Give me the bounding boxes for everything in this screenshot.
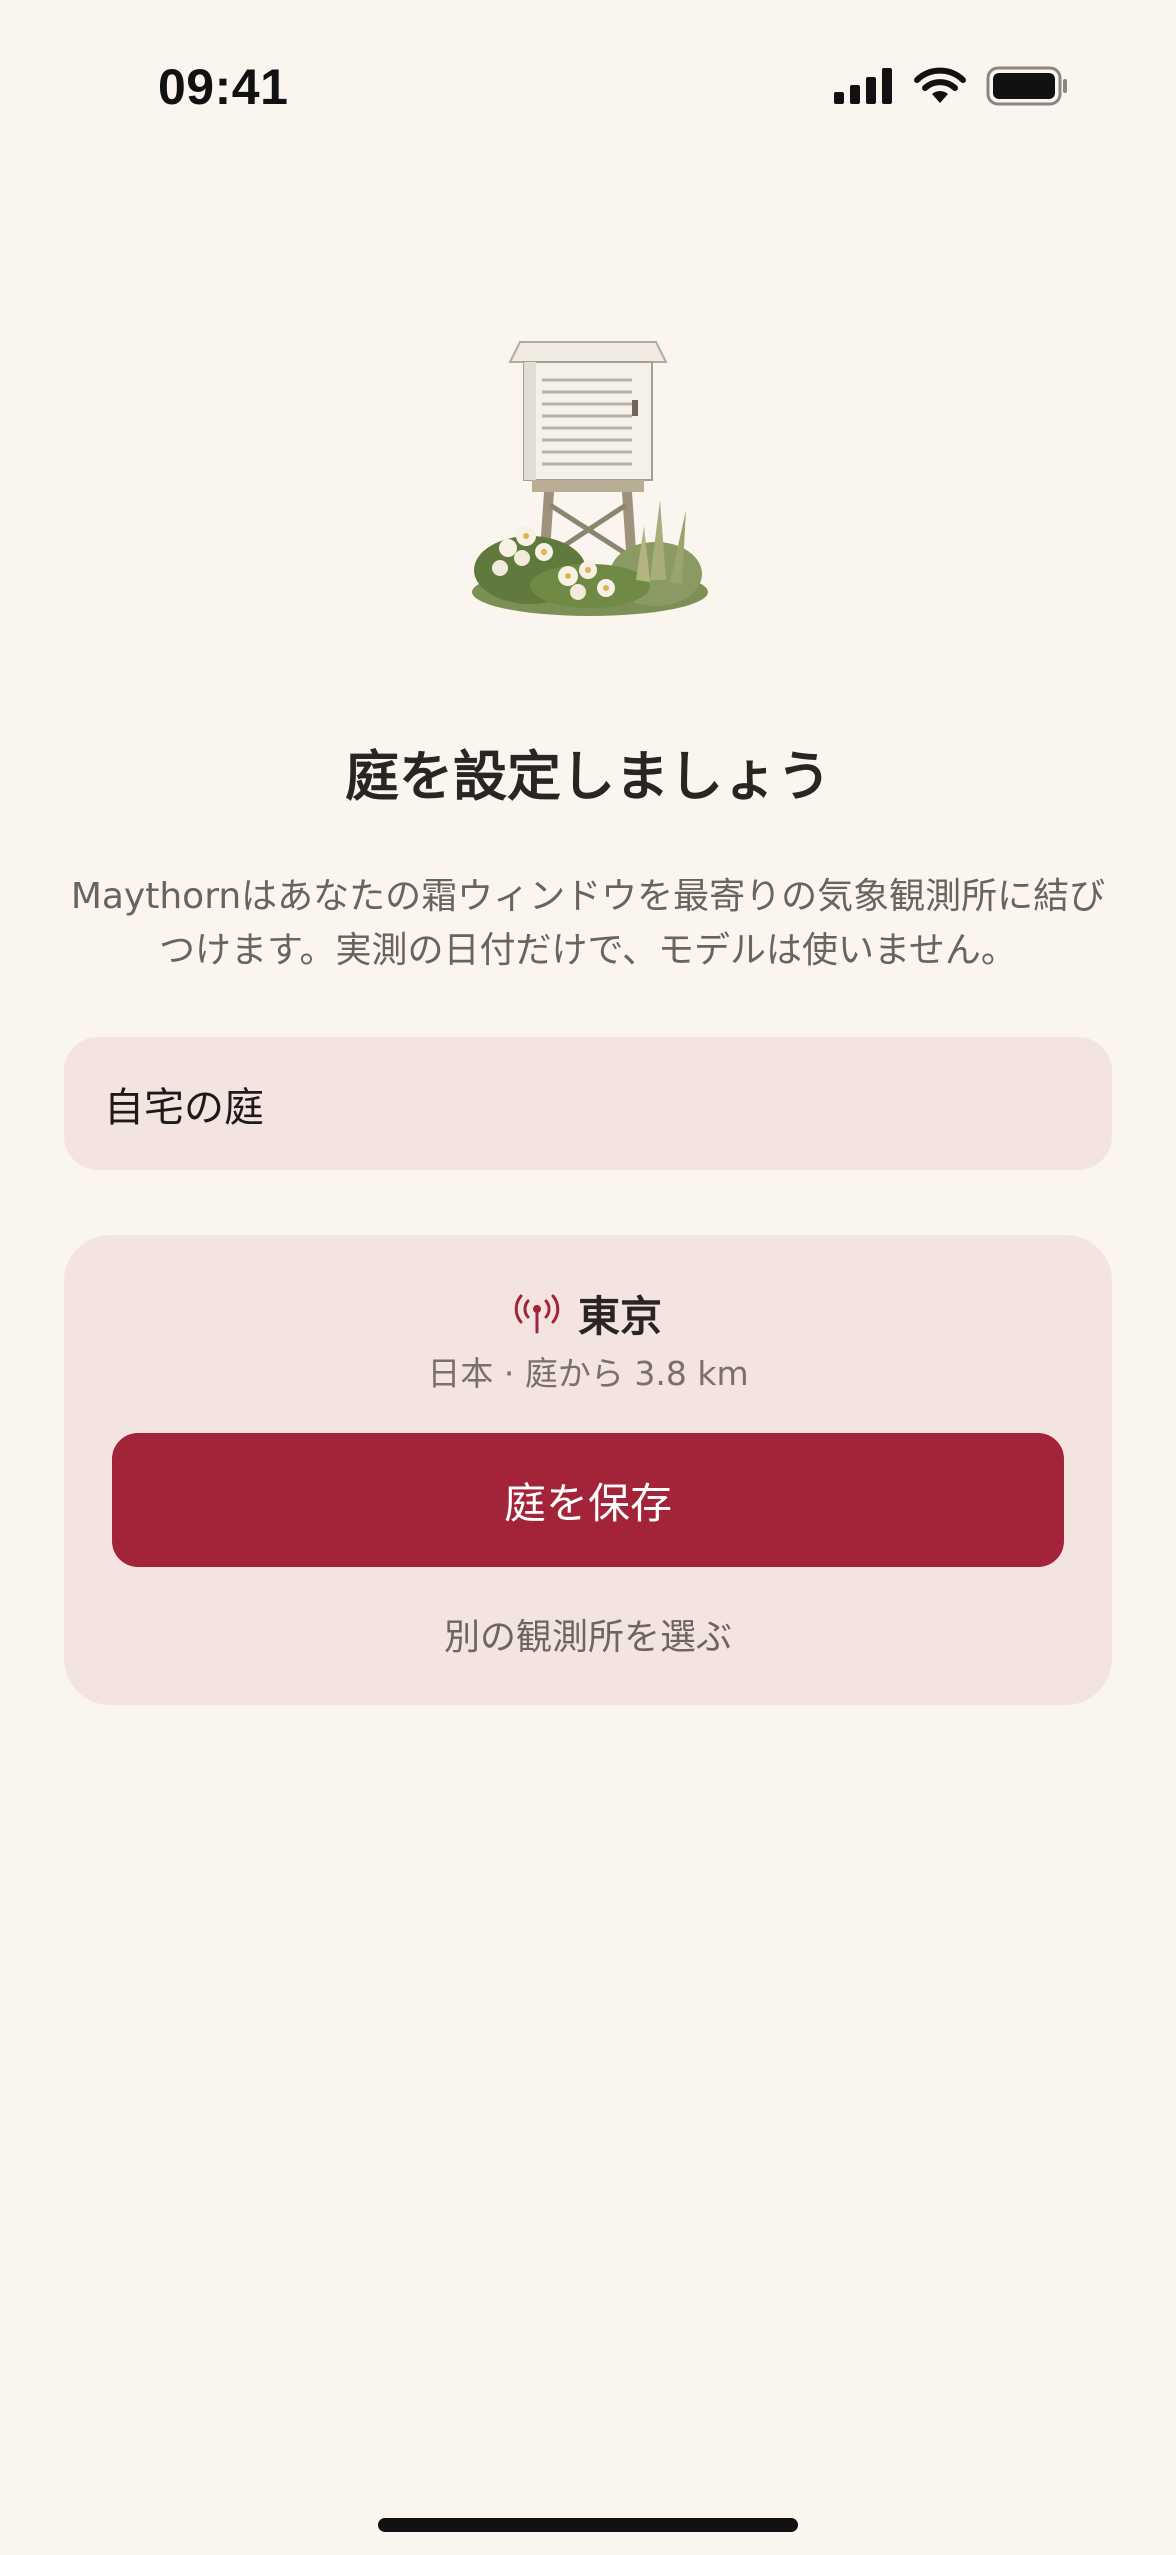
weather-station-illustration bbox=[472, 341, 708, 616]
home-indicator[interactable] bbox=[378, 2518, 798, 2532]
status-time: 09:41 bbox=[158, 59, 289, 115]
cellular-signal-icon bbox=[834, 68, 892, 104]
station-card: 東京 日本 · 庭から 3.8 km 庭を保存 別の観測所を選ぶ bbox=[64, 1235, 1112, 1705]
page-title: 庭を設定しましょう bbox=[345, 745, 831, 808]
save-garden-button[interactable]: 庭を保存 bbox=[112, 1433, 1064, 1567]
onboarding-description: Maythornはあなたの霜ウィンドウを最寄りの気象観測所に結びつけます。実測の… bbox=[70, 876, 1106, 971]
battery-icon bbox=[986, 66, 1067, 106]
station-meta: 日本 · 庭から 3.8 km bbox=[427, 1354, 749, 1393]
status-icons bbox=[834, 66, 1068, 106]
station-header: 東京 bbox=[64, 1283, 1112, 1344]
wifi-icon bbox=[914, 67, 966, 103]
status-bar: 09:41 bbox=[0, 0, 1176, 170]
station-name: 東京 bbox=[577, 1292, 662, 1341]
garden-name-field[interactable]: 自宅の庭 bbox=[64, 1037, 1112, 1170]
choose-other-station-link[interactable]: 別の観測所を選ぶ bbox=[64, 1608, 1112, 1660]
antenna-signal-icon bbox=[514, 1294, 560, 1333]
